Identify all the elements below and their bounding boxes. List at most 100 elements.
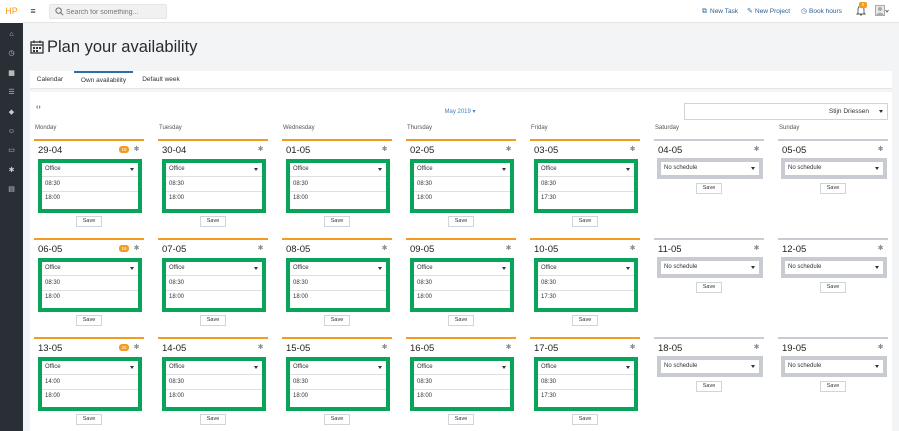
location-select[interactable]: Office	[166, 361, 262, 375]
start-time-field[interactable]: 08:30	[417, 280, 432, 286]
end-time-field[interactable]: 18:00	[169, 195, 184, 201]
gear-icon[interactable]: ✱	[753, 146, 760, 153]
end-time-field[interactable]: 18:00	[45, 294, 60, 300]
schedule-select[interactable]: No schedule	[785, 360, 883, 373]
home-icon[interactable]: ⌂	[5, 28, 18, 41]
gear-icon[interactable]: ✱	[753, 245, 760, 252]
gear-icon[interactable]: ✱	[381, 245, 388, 252]
tag-icon[interactable]: ◆	[5, 106, 18, 119]
end-time-field[interactable]: 18:00	[417, 294, 432, 300]
month-selector[interactable]: May 2019 ▾	[440, 108, 480, 115]
start-time-field[interactable]: 08:30	[541, 280, 556, 286]
gear-icon[interactable]: ✱	[629, 146, 636, 153]
save-button[interactable]: Save	[200, 414, 226, 425]
end-time-field[interactable]: 18:00	[293, 294, 308, 300]
gear-icon[interactable]: ✱	[257, 245, 264, 252]
gear-icon[interactable]: ✱	[629, 245, 636, 252]
end-time-field[interactable]: 18:00	[45, 393, 60, 399]
app-logo[interactable]: HP	[0, 0, 23, 23]
save-button[interactable]: Save	[76, 315, 102, 326]
gear-icon[interactable]: ✱	[381, 344, 388, 351]
tab-own-availability[interactable]: Own availability	[74, 71, 133, 89]
location-select[interactable]: Office	[538, 163, 634, 177]
save-button[interactable]: Save	[572, 315, 598, 326]
gear-icon[interactable]: ✱	[629, 344, 636, 351]
location-select[interactable]: Office	[538, 361, 634, 375]
end-time-field[interactable]: 18:00	[417, 393, 432, 399]
start-time-field[interactable]: 08:30	[169, 379, 184, 385]
save-button[interactable]: Save	[820, 183, 846, 194]
tab-calendar[interactable]: Calendar	[30, 71, 70, 89]
location-select[interactable]: Office	[538, 262, 634, 276]
end-time-field[interactable]: 17:30	[541, 393, 556, 399]
save-button[interactable]: Save	[324, 315, 350, 326]
new-task-link[interactable]: ⧉ New Task	[702, 6, 738, 17]
end-time-field[interactable]: 18:00	[293, 195, 308, 201]
gear-icon[interactable]: ✱	[877, 146, 884, 153]
tab-default-week[interactable]: Default week	[136, 71, 186, 89]
hamburger-menu-icon[interactable]: ≡	[28, 6, 38, 16]
contact-card-icon[interactable]: ▭	[5, 144, 18, 157]
start-time-field[interactable]: 08:30	[293, 280, 308, 286]
gear-icon[interactable]: ✱	[257, 344, 264, 351]
search-input[interactable]	[66, 6, 164, 18]
location-select[interactable]: Office	[42, 361, 138, 375]
gear-icon[interactable]: ✱	[877, 245, 884, 252]
start-time-field[interactable]: 08:30	[417, 379, 432, 385]
end-time-field[interactable]: 18:00	[417, 195, 432, 201]
gear-icon[interactable]: ✱	[753, 344, 760, 351]
save-button[interactable]: Save	[76, 414, 102, 425]
save-button[interactable]: Save	[200, 315, 226, 326]
save-button[interactable]: Save	[76, 216, 102, 227]
location-select[interactable]: Office	[414, 262, 510, 276]
book-icon[interactable]: ▤	[5, 183, 18, 196]
save-button[interactable]: Save	[696, 183, 722, 194]
save-button[interactable]: Save	[572, 216, 598, 227]
save-button[interactable]: Save	[696, 381, 722, 392]
book-hours-link[interactable]: ◷ Book hours	[801, 6, 842, 17]
users-icon[interactable]: ☺	[5, 125, 18, 138]
location-select[interactable]: Office	[290, 262, 386, 276]
search-box[interactable]	[49, 4, 167, 19]
location-select[interactable]: Office	[42, 262, 138, 276]
end-time-field[interactable]: 18:00	[169, 393, 184, 399]
schedule-select[interactable]: No schedule	[661, 261, 759, 274]
start-time-field[interactable]: 08:30	[541, 379, 556, 385]
gear-icon[interactable]: ✱	[257, 146, 264, 153]
save-button[interactable]: Save	[448, 315, 474, 326]
end-time-field[interactable]: 17:30	[541, 294, 556, 300]
save-button[interactable]: Save	[200, 216, 226, 227]
prev-next-arrows-icon[interactable]: ‹›	[36, 103, 46, 112]
gear-icon[interactable]: ✱	[133, 344, 140, 351]
end-time-field[interactable]: 18:00	[45, 195, 60, 201]
schedule-select[interactable]: No schedule	[785, 261, 883, 274]
save-button[interactable]: Save	[324, 216, 350, 227]
start-time-field[interactable]: 08:30	[169, 280, 184, 286]
schedule-select[interactable]: No schedule	[661, 162, 759, 175]
location-select[interactable]: Office	[414, 163, 510, 177]
gear-icon[interactable]: ✱	[877, 344, 884, 351]
gear-icon[interactable]: ✱	[5, 164, 18, 177]
user-avatar-icon[interactable]	[875, 5, 889, 18]
schedule-select[interactable]: No schedule	[661, 360, 759, 373]
save-button[interactable]: Save	[820, 381, 846, 392]
save-button[interactable]: Save	[820, 282, 846, 293]
end-time-field[interactable]: 18:00	[169, 294, 184, 300]
clock-icon[interactable]: ◷	[5, 47, 18, 60]
start-time-field[interactable]: 08:30	[169, 181, 184, 187]
start-time-field[interactable]: 08:30	[541, 181, 556, 187]
gear-icon[interactable]: ✱	[505, 344, 512, 351]
list-icon[interactable]: ☰	[5, 86, 18, 99]
user-select[interactable]: Stijn Driessen	[684, 103, 888, 120]
save-button[interactable]: Save	[572, 414, 598, 425]
location-select[interactable]: Office	[166, 163, 262, 177]
start-time-field[interactable]: 08:30	[293, 181, 308, 187]
schedule-select[interactable]: No schedule	[785, 162, 883, 175]
gear-icon[interactable]: ✱	[381, 146, 388, 153]
start-time-field[interactable]: 14:00	[45, 379, 60, 385]
save-button[interactable]: Save	[696, 282, 722, 293]
start-time-field[interactable]: 08:30	[293, 379, 308, 385]
location-select[interactable]: Office	[42, 163, 138, 177]
new-project-link[interactable]: ✎ New Project	[747, 6, 790, 17]
save-button[interactable]: Save	[448, 216, 474, 227]
